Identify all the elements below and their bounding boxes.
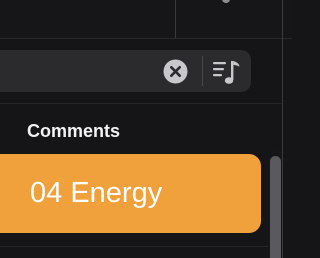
list-item-selected[interactable]: 04 Energy	[0, 154, 261, 233]
scrollbar-thumb[interactable]	[270, 156, 281, 258]
search-input[interactable]	[0, 50, 150, 92]
section-divider	[0, 103, 282, 104]
playlist-note-icon[interactable]	[210, 56, 244, 88]
x-circle-icon[interactable]	[163, 59, 188, 84]
toolbar-bottom-border	[0, 38, 292, 39]
toolbar-partial-icon	[222, 0, 230, 3]
list-item-label: 04 Energy	[30, 177, 163, 209]
music-library-window: Comments 04 Energy	[0, 0, 292, 258]
row-divider	[0, 246, 268, 247]
pane-right-border	[282, 0, 283, 258]
search-bar-separator	[202, 56, 203, 86]
toolbar-divider	[175, 0, 176, 38]
top-toolbar-area	[0, 0, 292, 38]
comments-header: Comments	[27, 121, 121, 141]
